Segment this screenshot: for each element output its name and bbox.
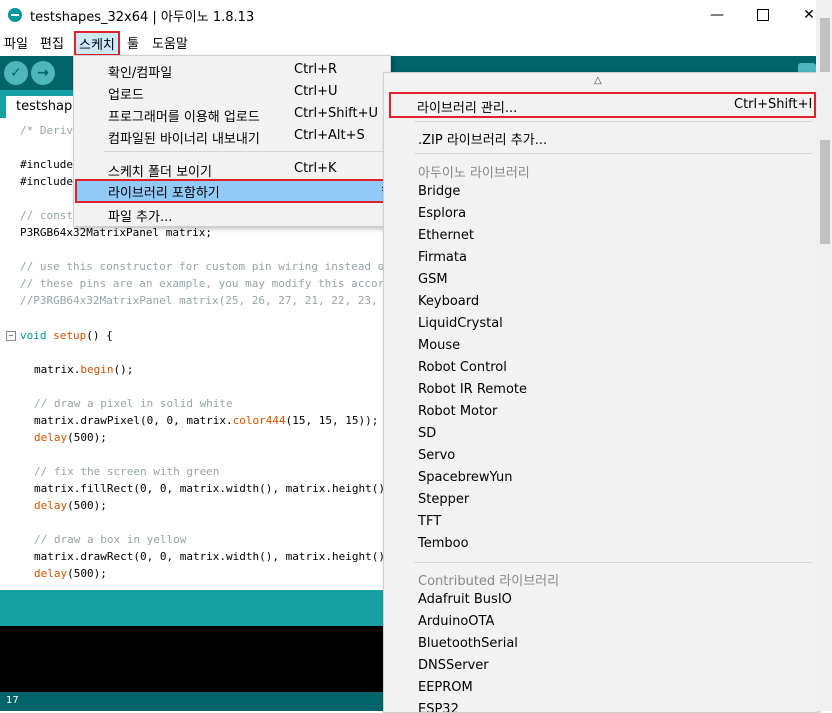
menu-item-show-folder[interactable]: 스케치 폴더 보이기 Ctrl+K [74,158,390,180]
library-item[interactable]: Robot Control [418,360,507,375]
library-item[interactable]: Firmata [418,250,467,265]
menu-item-include-library[interactable]: 라이브러리 포함하기 › [75,179,386,203]
library-item[interactable]: EEPROM [418,680,473,695]
function-name: delay [34,499,68,512]
upload-button[interactable]: → [31,61,55,85]
menu-item-shortcut: Ctrl+U [294,84,338,99]
code-text: (); [113,363,134,376]
library-item[interactable]: Robot Motor [418,404,497,419]
menu-separator [414,153,812,154]
library-item[interactable]: Bridge [418,184,460,199]
code-line: void setup() { [20,329,113,342]
code-text: (15, 15, 15)); [285,414,379,427]
code-text: matrix. [34,363,81,376]
menu-help[interactable]: 도움말 [152,33,188,52]
library-item[interactable]: Servo [418,448,455,463]
menu-item-label: 스케치 폴더 보이기 [108,165,212,180]
code-text: (500); [67,499,107,512]
library-item[interactable]: LiquidCrystal [418,316,503,331]
line-number: 17 [6,695,19,706]
library-item[interactable]: Robot IR Remote [418,382,527,397]
code-line: // fix the screen with green [34,465,220,478]
code-line: P3RGB64x32MatrixPanel matrix; [20,226,213,239]
library-submenu: △ 라이브러리 관리... Ctrl+Shift+I .ZIP 라이브러리 추가… [383,72,818,713]
code-text: (500); [67,567,107,580]
menu-item-add-zip-library[interactable]: .ZIP 라이브러리 추가... [418,129,547,148]
library-item[interactable]: DNSServer [418,658,489,673]
library-item[interactable]: TFT [418,514,441,529]
library-item[interactable]: Temboo [418,536,469,551]
menu-item-shortcut: Ctrl+R [294,62,338,77]
menu-item-label: 컴파일된 바이너리 내보내기 [108,132,260,147]
scroll-up-icon[interactable]: △ [594,75,602,86]
menu-separator [414,562,812,563]
keyword: void [20,329,47,342]
library-item[interactable]: SpacebrewYun [418,470,513,485]
menu-item-export-binary[interactable]: 컴파일된 바이너리 내보내기 Ctrl+Alt+S [74,125,390,147]
menu-item-shortcut: Ctrl+K [294,161,337,176]
title-bar: testshapes_32x64 | 아두이노 1.8.13 — ✕ [0,0,832,30]
arduino-logo-icon [8,8,22,22]
menu-item-label: 파일 추가... [108,210,173,225]
menu-item-manage-libraries[interactable]: 라이브러리 관리... Ctrl+Shift+I [389,92,816,118]
minimize-button[interactable]: — [694,0,740,30]
function-name: begin [80,363,114,376]
code-text: matrix.drawPixel(0, 0, matrix. [34,414,233,427]
maximize-button[interactable] [740,0,786,30]
menu-item-label: 라이브러리 관리... [417,101,518,116]
library-item[interactable]: BluetoothSerial [418,636,518,651]
menu-item-upload-programmer[interactable]: 프로그래머를 이용해 업로드 Ctrl+Shift+U [74,103,390,125]
code-text: (500); [67,431,107,444]
library-item[interactable]: GSM [418,272,448,287]
library-item[interactable]: ESP32 [418,702,459,712]
window-title: testshapes_32x64 | 아두이노 1.8.13 [30,10,255,25]
code-line: // draw a pixel in solid white [34,397,233,410]
menu-edit[interactable]: 편집 [40,33,64,52]
menu-sketch[interactable]: 스케치 [74,31,120,56]
code-line: // draw a box in yellow [34,533,187,546]
code-line: delay(500); [34,499,107,512]
library-item[interactable]: ArduinoOTA [418,614,494,629]
library-item[interactable]: Keyboard [418,294,479,309]
library-item[interactable]: Stepper [418,492,469,507]
library-item[interactable]: Ethernet [418,228,474,243]
menu-tools[interactable]: 툴 [127,33,139,52]
code-line: matrix.drawPixel(0, 0, matrix.color444(1… [34,414,378,427]
function-name: delay [34,431,68,444]
verify-button[interactable]: ✓ [4,61,28,85]
code-line: delay(500); [34,431,107,444]
menu-item-shortcut: Ctrl+Alt+S [294,128,365,143]
library-menu-scrollbar-thumb[interactable] [820,140,830,244]
menu-item-shortcut: Ctrl+Shift+U [294,106,378,121]
library-group-header: Contributed 라이브러리 [418,574,560,589]
menu-item-label: 확인/컴파일 [108,66,173,81]
function-name: delay [34,567,68,580]
menu-item-label: 업로드 [108,88,144,103]
menu-item-upload[interactable]: 업로드 Ctrl+U [74,81,390,103]
library-item[interactable]: Mouse [418,338,460,353]
menu-separator [104,151,384,152]
fold-toggle[interactable]: − [6,331,16,341]
menu-item-add-file[interactable]: 파일 추가... [74,203,390,225]
tab-sketch[interactable]: testshapes_32x64 [6,96,76,118]
sketch-dropdown-menu: 확인/컴파일 Ctrl+R 업로드 Ctrl+U 프로그래머를 이용해 업로드 … [73,55,391,227]
editor-gutter [0,118,16,590]
code-text: () { [86,329,113,342]
library-item[interactable]: SD [418,426,436,441]
menu-item-shortcut: Ctrl+Shift+I [734,97,813,112]
library-item[interactable]: Adafruit BusIO [418,592,512,607]
code-line: delay(500); [34,567,107,580]
function-name: color444 [232,414,286,427]
menu-item-verify[interactable]: 확인/컴파일 Ctrl+R [74,59,390,81]
menu-separator [414,121,812,122]
menu-bar: 파일 편집 스케치 툴 도움말 [0,30,832,56]
function-name: setup [53,329,87,342]
menu-item-label: 프로그래머를 이용해 업로드 [108,110,260,125]
menu-file[interactable]: 파일 [4,33,28,52]
library-group-header: 아두이노 라이브러리 [418,166,530,181]
library-item[interactable]: Esplora [418,206,466,221]
menu-item-label: 라이브러리 포함하기 [108,186,220,201]
maximize-icon [757,9,769,21]
code-line: matrix.begin(); [34,363,133,376]
